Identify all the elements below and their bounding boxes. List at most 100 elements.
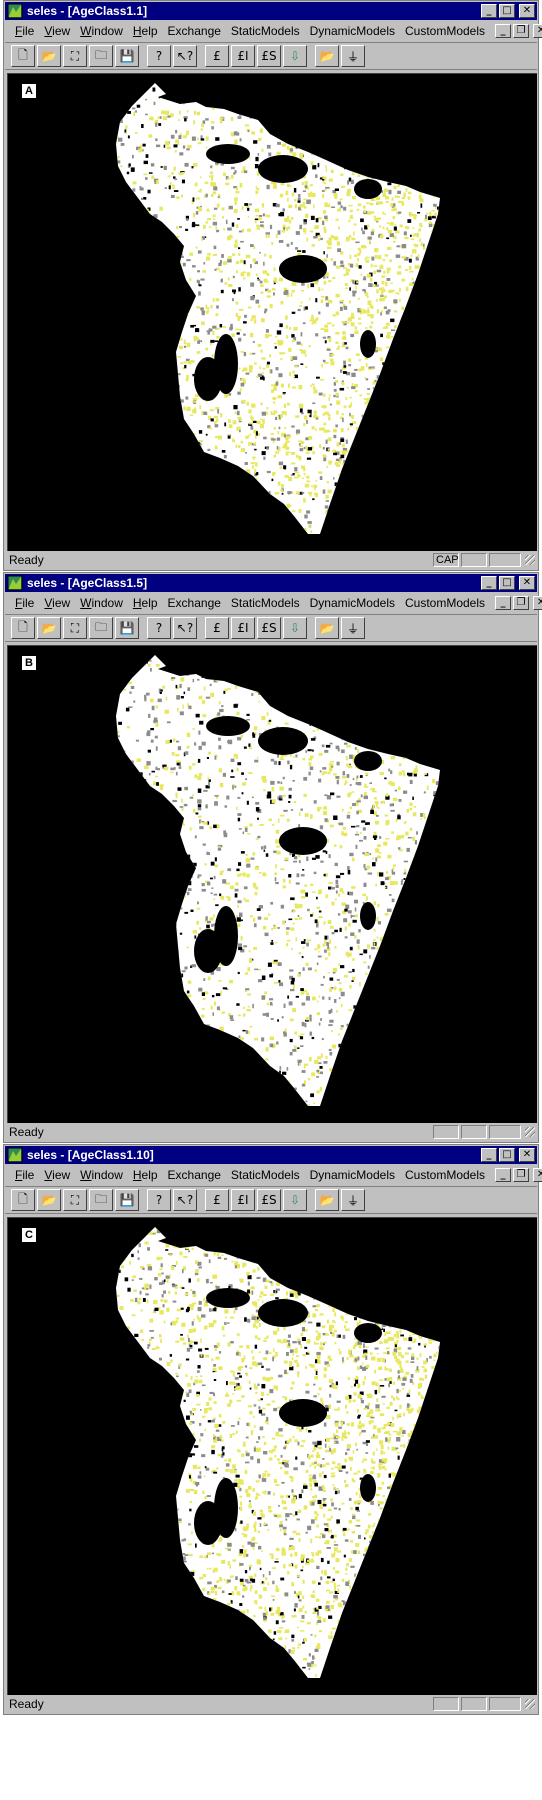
title-bar[interactable]: seles - [AgeClass1.10] _ □ ✕ xyxy=(5,1146,537,1164)
open-landscape-icon[interactable]: ⛶ xyxy=(63,45,87,67)
doc-close-button[interactable]: ✕ xyxy=(533,1168,542,1182)
toolbar: 🗋 📂 ⛶ 🗀 💾? ↖? £ £I £S ⇩ 📂 ⏚ xyxy=(5,614,537,642)
maximize-button[interactable]: □ xyxy=(499,1148,515,1162)
doc-restore-button[interactable]: ❐ xyxy=(513,1168,530,1182)
menu-view[interactable]: View xyxy=(44,24,70,38)
context-help-icon[interactable]: ↖? xyxy=(173,617,197,639)
resize-grip[interactable] xyxy=(523,553,537,567)
close-button[interactable]: ✕ xyxy=(519,1148,535,1162)
minimize-button[interactable]: _ xyxy=(481,576,497,590)
status-indicator-cap: CAP xyxy=(433,553,459,567)
menu-dynamicmodels[interactable]: DynamicModels xyxy=(310,1168,395,1182)
map-view[interactable]: C xyxy=(7,1217,537,1695)
app-icon[interactable] xyxy=(7,1147,23,1163)
save-icon[interactable]: 💾 xyxy=(115,1189,139,1211)
open-multiple-icon[interactable]: 🗀 xyxy=(89,45,113,67)
close-button[interactable]: ✕ xyxy=(519,576,535,590)
run-icon[interactable]: ⏚ xyxy=(341,45,365,67)
doc-minimize-button[interactable]: _ xyxy=(495,596,512,610)
help-icon[interactable]: ? xyxy=(147,1189,171,1211)
menu-view[interactable]: View xyxy=(44,596,70,610)
menu-custommodels[interactable]: CustomModels xyxy=(405,24,485,38)
menu-help[interactable]: Help xyxy=(133,24,158,38)
resize-grip[interactable] xyxy=(523,1125,537,1139)
new-icon[interactable]: 🗋 xyxy=(11,617,35,639)
map-view[interactable]: A xyxy=(7,73,537,551)
save-icon[interactable]: 💾 xyxy=(115,617,139,639)
menu-exchange[interactable]: Exchange xyxy=(168,24,221,38)
status-indicator-num xyxy=(461,1697,487,1711)
run-icon[interactable]: ⏚ xyxy=(341,1189,365,1211)
down-arrow-icon[interactable]: ⇩ xyxy=(283,45,307,67)
title-bar[interactable]: seles - [AgeClass1.5] _ □ ✕ xyxy=(5,574,537,592)
doc-minimize-button[interactable]: _ xyxy=(495,1168,512,1182)
menu-exchange[interactable]: Exchange xyxy=(168,1168,221,1182)
menu-window[interactable]: Window xyxy=(80,596,123,610)
status-indicator-scrl xyxy=(489,1697,521,1711)
doc-minimize-button[interactable]: _ xyxy=(495,24,512,38)
function-icon[interactable]: £ xyxy=(205,45,229,67)
close-button[interactable]: ✕ xyxy=(519,4,535,18)
open-folder-icon[interactable]: 📂 xyxy=(37,45,61,67)
menu-window[interactable]: Window xyxy=(80,24,123,38)
title-bar[interactable]: seles - [AgeClass1.1] _ □ ✕ xyxy=(5,2,537,20)
doc-restore-button[interactable]: ❐ xyxy=(513,24,530,38)
new-icon[interactable]: 🗋 xyxy=(11,1189,35,1211)
open-landscape-icon[interactable]: ⛶ xyxy=(63,1189,87,1211)
maximize-button[interactable]: □ xyxy=(499,4,515,18)
open-landscape-icon[interactable]: ⛶ xyxy=(63,617,87,639)
menu-dynamicmodels[interactable]: DynamicModels xyxy=(310,24,395,38)
help-icon[interactable]: ? xyxy=(147,617,171,639)
function-i-icon[interactable]: £I xyxy=(231,617,255,639)
function-icon[interactable]: £ xyxy=(205,617,229,639)
down-arrow-icon[interactable]: ⇩ xyxy=(283,1189,307,1211)
open-model-icon[interactable]: 📂 xyxy=(315,45,339,67)
open-multiple-icon[interactable]: 🗀 xyxy=(89,617,113,639)
minimize-button[interactable]: _ xyxy=(481,4,497,18)
maximize-button[interactable]: □ xyxy=(499,576,515,590)
toolbar: 🗋 📂 ⛶ 🗀 💾? ↖? £ £I £S ⇩ 📂 ⏚ xyxy=(5,1186,537,1214)
map-view[interactable]: B xyxy=(7,645,537,1123)
run-icon[interactable]: ⏚ xyxy=(341,617,365,639)
status-indicator-cap xyxy=(433,1125,459,1139)
app-icon[interactable] xyxy=(7,3,23,19)
menu-custommodels[interactable]: CustomModels xyxy=(405,596,485,610)
menu-help[interactable]: Help xyxy=(133,1168,158,1182)
landscape-map xyxy=(116,655,440,1106)
context-help-icon[interactable]: ↖? xyxy=(173,1189,197,1211)
menu-file[interactable]: File xyxy=(15,596,34,610)
menu-window[interactable]: Window xyxy=(80,1168,123,1182)
menu-staticmodels[interactable]: StaticModels xyxy=(231,1168,300,1182)
app-icon[interactable] xyxy=(7,575,23,591)
menu-exchange[interactable]: Exchange xyxy=(168,596,221,610)
function-s-icon[interactable]: £S xyxy=(257,617,281,639)
menu-help[interactable]: Help xyxy=(133,596,158,610)
minimize-button[interactable]: _ xyxy=(481,1148,497,1162)
help-icon[interactable]: ? xyxy=(147,45,171,67)
menu-view[interactable]: View xyxy=(44,1168,70,1182)
context-help-icon[interactable]: ↖? xyxy=(173,45,197,67)
function-s-icon[interactable]: £S xyxy=(257,1189,281,1211)
function-i-icon[interactable]: £I xyxy=(231,45,255,67)
function-i-icon[interactable]: £I xyxy=(231,1189,255,1211)
open-model-icon[interactable]: 📂 xyxy=(315,617,339,639)
menu-custommodels[interactable]: CustomModels xyxy=(405,1168,485,1182)
menu-staticmodels[interactable]: StaticModels xyxy=(231,24,300,38)
doc-restore-button[interactable]: ❐ xyxy=(513,596,530,610)
resize-grip[interactable] xyxy=(523,1697,537,1711)
open-folder-icon[interactable]: 📂 xyxy=(37,617,61,639)
down-arrow-icon[interactable]: ⇩ xyxy=(283,617,307,639)
open-folder-icon[interactable]: 📂 xyxy=(37,1189,61,1211)
menu-staticmodels[interactable]: StaticModels xyxy=(231,596,300,610)
doc-close-button[interactable]: ✕ xyxy=(533,596,542,610)
open-model-icon[interactable]: 📂 xyxy=(315,1189,339,1211)
function-icon[interactable]: £ xyxy=(205,1189,229,1211)
menu-file[interactable]: File xyxy=(15,1168,34,1182)
new-icon[interactable]: 🗋 xyxy=(11,45,35,67)
function-s-icon[interactable]: £S xyxy=(257,45,281,67)
open-multiple-icon[interactable]: 🗀 xyxy=(89,1189,113,1211)
menu-file[interactable]: File xyxy=(15,24,34,38)
doc-close-button[interactable]: ✕ xyxy=(533,24,542,38)
menu-dynamicmodels[interactable]: DynamicModels xyxy=(310,596,395,610)
save-icon[interactable]: 💾 xyxy=(115,45,139,67)
